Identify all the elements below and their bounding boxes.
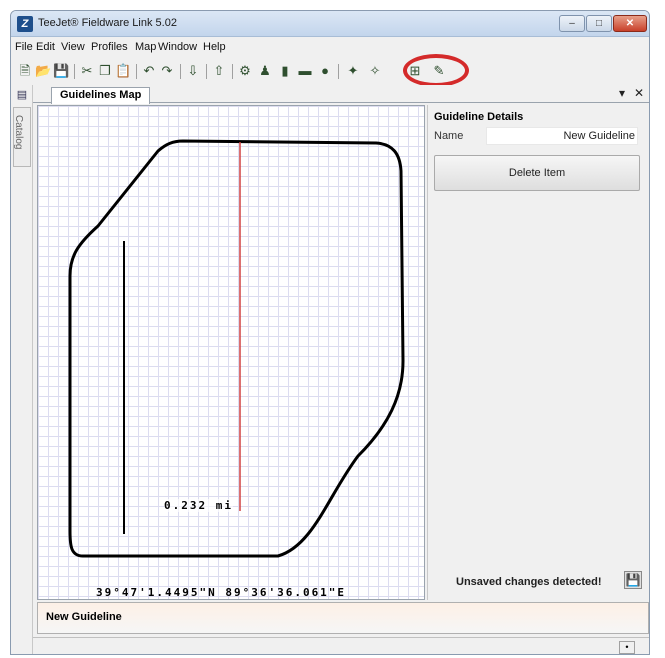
paste-icon[interactable]: 📋 bbox=[115, 63, 131, 79]
toolbar-separator bbox=[180, 64, 181, 79]
bottom-tab-new-guideline[interactable]: New Guideline bbox=[46, 611, 122, 623]
machine-icon[interactable]: ⚙ bbox=[237, 63, 253, 79]
coordinates-readout: 39°47'1.4495"N 89°36'36.061"E bbox=[96, 586, 347, 599]
cut-icon[interactable]: ✂ bbox=[79, 63, 95, 79]
toolbar-separator bbox=[232, 64, 233, 79]
menu-bar: File Edit View Profiles Map Window Help bbox=[11, 38, 649, 58]
catalog-label: Catalog bbox=[13, 115, 24, 150]
undo-icon[interactable]: ↶ bbox=[141, 63, 157, 79]
menu-profiles[interactable]: Profiles bbox=[91, 41, 128, 53]
bottom-panel: New Guideline bbox=[37, 602, 649, 634]
side-panel-strip: ▤ Catalog bbox=[11, 85, 33, 654]
copy-icon[interactable]: ❐ bbox=[97, 63, 113, 79]
menu-help[interactable]: Help bbox=[203, 41, 226, 53]
toolbar-separator bbox=[338, 64, 339, 79]
delete-item-button[interactable]: Delete Item bbox=[434, 155, 640, 191]
tab-strip: Guidelines Map ▾ ✕ bbox=[33, 85, 649, 104]
panel-toggle-icon[interactable]: ▤ bbox=[15, 89, 29, 102]
toolbar: 🗎 📂 💾 ✂ ❐ 📋 ↶ ↷ ⇩ ⇧ ⚙ ♟ ▮ ▬ ● ✦ ✧ ⊞ ✎ bbox=[11, 58, 649, 84]
info-icon[interactable]: ● bbox=[317, 63, 333, 79]
guideline-details-panel: Guideline Details Name Delete Item Unsav… bbox=[427, 105, 649, 600]
map-canvas bbox=[68, 139, 405, 558]
field-icon[interactable]: ▬ bbox=[297, 63, 313, 79]
save-changes-icon[interactable]: 💾 bbox=[624, 571, 642, 589]
document-area: Guidelines Map ▾ ✕ 0.232 mi 39°47'1.4495… bbox=[33, 85, 649, 654]
menu-window[interactable]: Window bbox=[158, 41, 197, 53]
status-indicator: • bbox=[619, 641, 635, 654]
export-icon[interactable]: ⇧ bbox=[211, 63, 227, 79]
save-icon[interactable]: 💾 bbox=[53, 63, 69, 79]
marker-icon[interactable]: ✦ bbox=[345, 63, 361, 79]
open-icon[interactable]: 📂 bbox=[35, 63, 51, 79]
app-logo-icon: Z bbox=[17, 16, 33, 32]
toolbar-separator bbox=[136, 64, 137, 79]
unsaved-changes-text: Unsaved changes detected! bbox=[456, 576, 602, 588]
app-window: Z TeeJet® Fieldware Link 5.02 – □ ✕ File… bbox=[10, 10, 650, 655]
window-title: TeeJet® Fieldware Link 5.02 bbox=[38, 17, 177, 29]
menu-view[interactable]: View bbox=[61, 41, 85, 53]
tab-guidelines-map[interactable]: Guidelines Map bbox=[51, 87, 151, 104]
name-input[interactable] bbox=[486, 127, 638, 145]
toolbar-separator bbox=[74, 64, 75, 79]
redo-icon[interactable]: ↷ bbox=[159, 63, 175, 79]
tab-close-icon[interactable]: ✕ bbox=[634, 86, 644, 100]
highlight-annotation bbox=[403, 54, 469, 87]
operator-icon[interactable]: ♟ bbox=[257, 63, 273, 79]
menu-file[interactable]: File bbox=[15, 41, 33, 53]
guidelines-map[interactable]: 0.232 mi 39°47'1.4495"N 89°36'36.061"E bbox=[37, 105, 425, 600]
field-boundary bbox=[68, 139, 405, 558]
maximize-button[interactable]: □ bbox=[586, 15, 612, 32]
details-title: Guideline Details bbox=[434, 111, 524, 123]
chart-icon[interactable]: ▮ bbox=[277, 63, 293, 79]
status-bar: • bbox=[33, 637, 649, 654]
menu-map[interactable]: Map bbox=[135, 41, 156, 53]
new-icon[interactable]: 🗎 bbox=[17, 63, 33, 79]
title-bar: Z TeeJet® Fieldware Link 5.02 – □ ✕ bbox=[11, 11, 649, 37]
close-button[interactable]: ✕ bbox=[613, 15, 647, 32]
toolbar-separator bbox=[206, 64, 207, 79]
tab-dropdown-icon[interactable]: ▾ bbox=[619, 86, 625, 100]
guideline-icon[interactable]: ✧ bbox=[367, 63, 383, 79]
minimize-button[interactable]: – bbox=[559, 15, 585, 32]
name-label: Name bbox=[434, 130, 464, 142]
menu-edit[interactable]: Edit bbox=[36, 41, 55, 53]
distance-label: 0.232 mi bbox=[164, 499, 233, 512]
import-icon[interactable]: ⇩ bbox=[185, 63, 201, 79]
